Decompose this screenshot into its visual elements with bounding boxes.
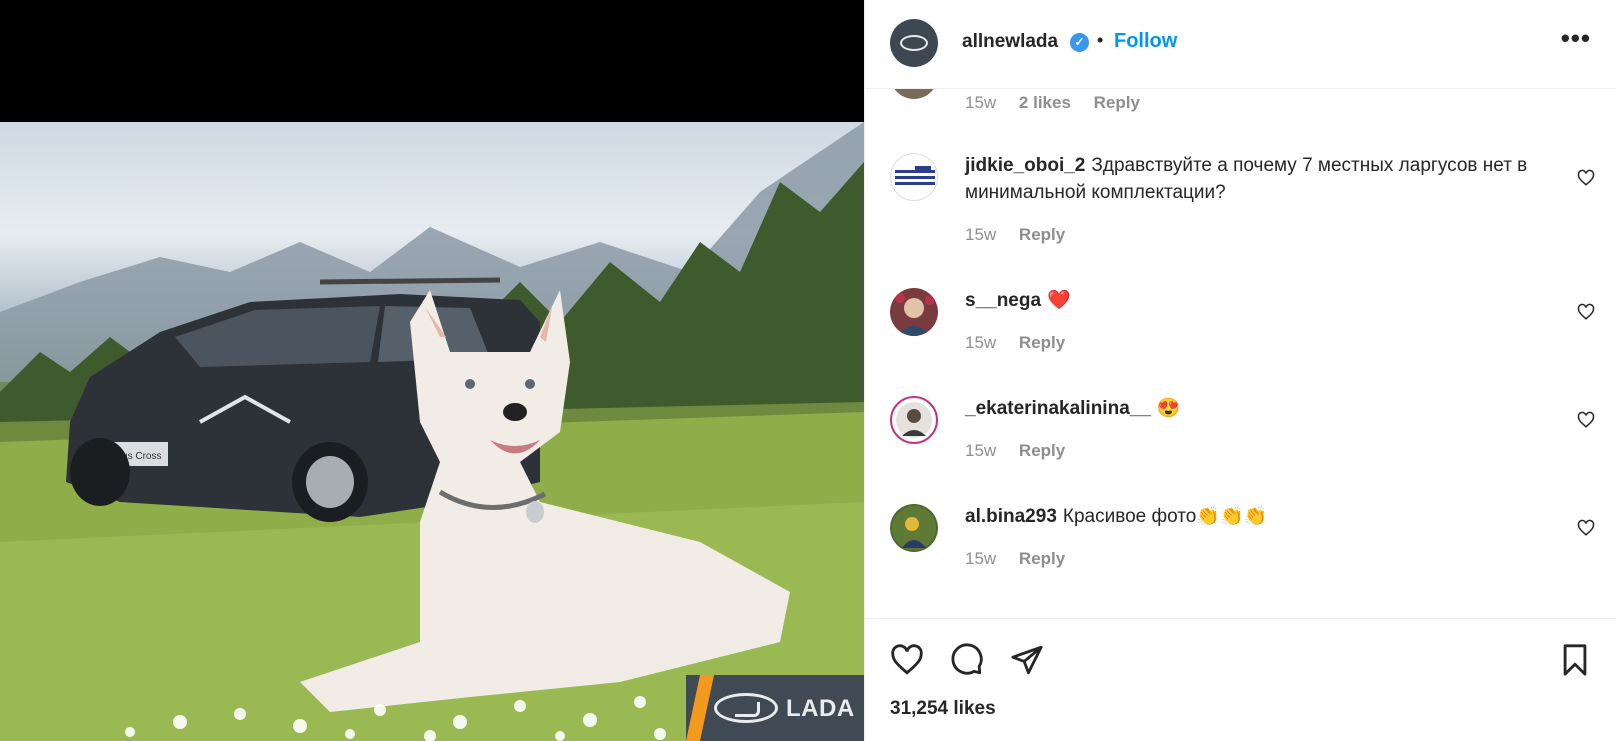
comment-meta: 15w Reply	[965, 333, 1083, 353]
comment-meta: 15w Reply	[965, 441, 1083, 461]
comment-username[interactable]: al.bina293	[965, 506, 1057, 527]
comment-meta: 15w Reply	[965, 225, 1083, 245]
comment-like-heart-icon[interactable]	[1577, 169, 1595, 187]
comment-age: 15w	[965, 93, 997, 112]
comment-meta: 15w 2 likes Reply	[965, 93, 1158, 113]
lada-logo-icon	[714, 693, 778, 723]
reply-button[interactable]: Reply	[1094, 93, 1140, 112]
reply-button[interactable]: Reply	[1019, 549, 1065, 568]
photo-illustration: Largus Cross	[0, 122, 864, 741]
avatar-logo-icon	[895, 166, 935, 185]
comment-body: ❤️	[1047, 290, 1071, 311]
comment-icon[interactable]	[950, 643, 984, 677]
comment-username[interactable]: _ekaterinakalinina__	[965, 398, 1151, 419]
comment-like-heart-icon[interactable]	[1577, 303, 1595, 321]
post-header: allnewlada ✓ • Follow •••	[865, 0, 1616, 89]
follow-button[interactable]: Follow	[1114, 30, 1177, 53]
lada-brand-label: LADA	[786, 695, 855, 722]
comment-body: Красивое фото👏👏👏	[1062, 506, 1268, 527]
separator-dot: •	[1097, 30, 1104, 50]
comment-age: 15w	[965, 333, 997, 352]
comment-username[interactable]: s__nega	[965, 290, 1041, 311]
more-options-button[interactable]: •••	[1561, 25, 1591, 51]
share-icon[interactable]	[1010, 643, 1044, 677]
author-username[interactable]: allnewlada	[962, 31, 1058, 53]
comment-username[interactable]: jidkie_oboi_2	[965, 155, 1085, 176]
avatar-photo-icon	[892, 506, 936, 550]
comment-age: 15w	[965, 549, 997, 568]
lada-watermark: LADA	[686, 675, 864, 741]
comment-age: 15w	[965, 441, 997, 460]
heart-icon[interactable]	[890, 643, 924, 677]
bookmark-icon[interactable]	[1558, 643, 1592, 677]
comment-body: 😍	[1156, 398, 1181, 419]
post-photo[interactable]: Largus Cross LADA	[0, 122, 864, 741]
reply-button[interactable]: Reply	[1019, 441, 1065, 460]
comment-avatar[interactable]	[890, 396, 938, 444]
post-actions-bar: 31,254 likes	[865, 618, 1616, 741]
orange-stripe	[686, 675, 715, 741]
comment-text: s__nega ❤️	[965, 287, 1545, 314]
comments-list[interactable]: 15w 2 likes Reply jidkie_oboi_2 Здравству…	[865, 89, 1616, 618]
reply-button[interactable]: Reply	[1019, 225, 1065, 244]
comment-text: _ekaterinakalinina__ 😍	[965, 395, 1545, 422]
comment-text: jidkie_oboi_2 Здравствуйте а почему 7 мес…	[965, 152, 1545, 206]
comment-avatar[interactable]	[890, 504, 938, 552]
reply-button[interactable]: Reply	[1019, 333, 1065, 352]
author-avatar[interactable]	[890, 19, 938, 67]
post-media[interactable]: Largus Cross LADA	[0, 0, 864, 741]
comment-avatar[interactable]	[890, 153, 938, 201]
avatar-photo-icon	[895, 293, 935, 336]
avatar-photo-icon	[896, 402, 932, 438]
comment-age: 15w	[965, 225, 997, 244]
comment-like-heart-icon[interactable]	[1577, 411, 1595, 429]
post-side-panel: allnewlada ✓ • Follow ••• 15w 2 likes Re…	[864, 0, 1616, 741]
instagram-post-view: Largus Cross LADA allnewlada ✓ • Follow …	[0, 0, 1616, 741]
likes-count[interactable]: 31,254 likes	[890, 698, 996, 720]
verified-badge-icon: ✓	[1070, 33, 1089, 52]
comment-likes[interactable]: 2 likes	[1019, 93, 1071, 112]
comment-meta: 15w Reply	[965, 549, 1083, 569]
comment-text: al.bina293 Красивое фото👏👏👏	[965, 503, 1545, 530]
comment-avatar[interactable]	[890, 89, 938, 99]
comment-like-heart-icon[interactable]	[1577, 519, 1595, 537]
lada-logo-icon	[900, 35, 928, 51]
comment-avatar[interactable]	[890, 288, 938, 336]
